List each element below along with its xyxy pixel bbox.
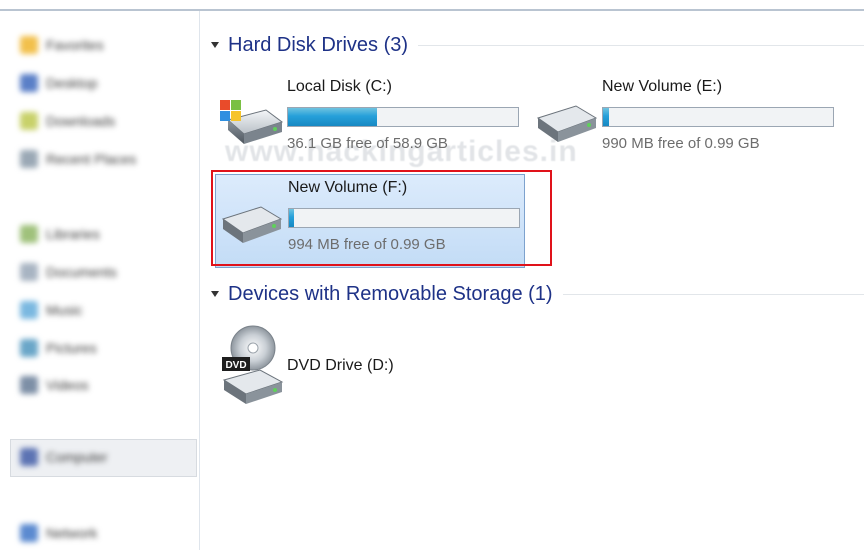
nav-item-downloads[interactable]: Downloads bbox=[20, 109, 115, 133]
network-icon bbox=[20, 524, 38, 542]
recent-places-icon bbox=[20, 150, 38, 168]
dvd-badge: DVD bbox=[225, 360, 246, 371]
drive-usage-bar bbox=[287, 107, 519, 127]
nav-item-label: Favorites bbox=[46, 37, 104, 53]
group-title: Hard Disk Drives (3) bbox=[228, 33, 409, 56]
collapse-triangle-icon[interactable] bbox=[211, 291, 219, 297]
drive-usage-bar bbox=[288, 208, 520, 228]
drive-tile-f[interactable]: New Volume (F:) 994 MB free of 0.99 GB bbox=[215, 174, 525, 268]
computer-icon bbox=[20, 448, 38, 466]
nav-item-label: Videos bbox=[46, 377, 89, 393]
nav-item-label: Libraries bbox=[46, 226, 100, 242]
star-icon bbox=[20, 36, 38, 54]
drive-tile-e[interactable]: New Volume (E:) 990 MB free of 0.99 GB bbox=[530, 74, 842, 166]
music-icon bbox=[20, 301, 38, 319]
drive-name: New Volume (E:) bbox=[602, 78, 723, 95]
group-header-removable-storage[interactable]: Devices with Removable Storage (1) bbox=[208, 280, 864, 308]
drive-free-space: 994 MB free of 0.99 GB bbox=[288, 236, 446, 253]
nav-item-desktop[interactable]: Desktop bbox=[20, 71, 97, 95]
hard-drive-icon bbox=[536, 105, 598, 142]
nav-item-label: Computer bbox=[46, 449, 108, 465]
nav-item-computer[interactable]: Computer bbox=[20, 445, 107, 469]
group-divider bbox=[562, 293, 864, 295]
desktop-icon bbox=[20, 74, 38, 92]
hard-drive-icon bbox=[221, 206, 283, 243]
drive-free-space: 990 MB free of 0.99 GB bbox=[602, 135, 760, 152]
nav-item-network[interactable]: Network bbox=[20, 521, 97, 545]
drive-usage-bar bbox=[602, 107, 834, 127]
nav-item-music[interactable]: Music bbox=[20, 298, 83, 322]
nav-item-pictures[interactable]: Pictures bbox=[20, 336, 97, 360]
window-top-border bbox=[0, 0, 864, 11]
nav-item-label: Music bbox=[46, 302, 83, 318]
nav-item-label: Downloads bbox=[46, 113, 116, 129]
windows-hard-drive-icon bbox=[220, 100, 284, 144]
nav-item-videos[interactable]: Videos bbox=[20, 373, 89, 397]
drive-tile-c[interactable]: Local Disk (C:) 36.1 GB free of 58.9 GB bbox=[214, 74, 526, 166]
nav-item-label: Pictures bbox=[46, 340, 97, 356]
nav-item-label: Desktop bbox=[46, 75, 98, 91]
libraries-icon bbox=[20, 225, 38, 243]
nav-item-libraries[interactable]: Libraries bbox=[20, 222, 100, 246]
dvd-drive-icon: DVD bbox=[222, 325, 284, 404]
nav-item-label: Recent Places bbox=[46, 151, 137, 167]
downloads-icon bbox=[20, 112, 38, 130]
drive-usage-fill bbox=[603, 108, 609, 126]
nav-item-documents[interactable]: Documents bbox=[20, 260, 117, 284]
drive-usage-fill bbox=[289, 209, 294, 227]
group-title: Devices with Removable Storage (1) bbox=[228, 282, 553, 305]
nav-item-recent-places[interactable]: Recent Places bbox=[20, 147, 136, 171]
group-header-hard-disk-drives[interactable]: Hard Disk Drives (3) bbox=[208, 31, 864, 59]
nav-item-favorites[interactable]: Favorites bbox=[20, 33, 104, 57]
drive-free-space: 36.1 GB free of 58.9 GB bbox=[287, 135, 448, 152]
documents-icon bbox=[20, 263, 38, 281]
drive-name: New Volume (F:) bbox=[288, 179, 408, 196]
navigation-pane[interactable]: Favorites Desktop Downloads Recent Place… bbox=[0, 11, 200, 550]
nav-item-label: Documents bbox=[46, 264, 117, 280]
drive-usage-fill bbox=[288, 108, 377, 126]
videos-icon bbox=[20, 376, 38, 394]
drive-tile-d[interactable]: DVD DVD Drive (D:) bbox=[214, 322, 464, 414]
group-divider bbox=[418, 44, 864, 46]
drive-name: DVD Drive (D:) bbox=[287, 357, 394, 374]
pictures-icon bbox=[20, 339, 38, 357]
collapse-triangle-icon[interactable] bbox=[211, 42, 219, 48]
drive-name: Local Disk (C:) bbox=[287, 78, 392, 95]
nav-item-label: Network bbox=[46, 525, 98, 541]
